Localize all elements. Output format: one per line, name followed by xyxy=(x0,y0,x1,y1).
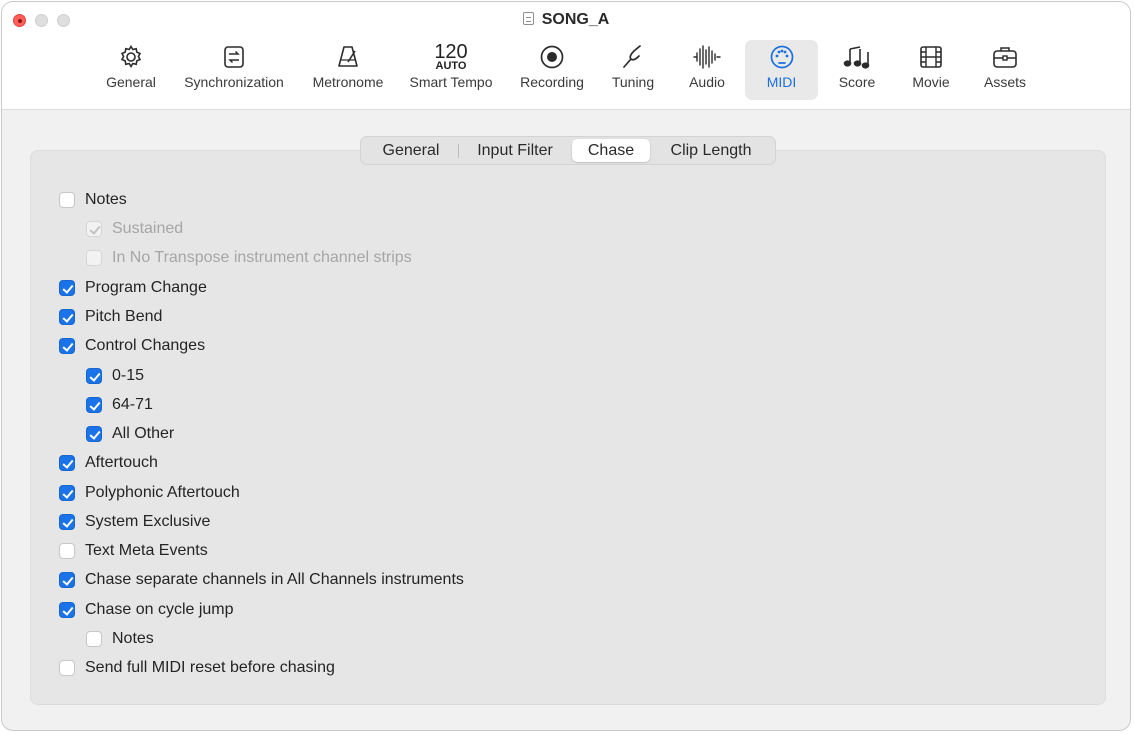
toolbar-smart-tempo-label: Smart Tempo xyxy=(409,74,493,90)
toolbar-score[interactable]: Score xyxy=(828,40,886,100)
system-exclusive-checkbox[interactable] xyxy=(59,514,75,530)
cc-all-other-label: All Other xyxy=(112,425,175,442)
option-send-midi-reset[interactable]: Send full MIDI reset before chasing xyxy=(59,657,335,679)
send-midi-reset-label: Send full MIDI reset before chasing xyxy=(85,659,335,676)
send-midi-reset-checkbox[interactable] xyxy=(59,660,75,676)
control-changes-label: Control Changes xyxy=(85,337,206,354)
toolbar-score-label: Score xyxy=(838,74,876,90)
metronome-icon xyxy=(304,40,392,74)
tab-chase[interactable]: Chase xyxy=(572,139,650,162)
system-exclusive-label: System Exclusive xyxy=(85,513,211,530)
option-aftertouch[interactable]: Aftertouch xyxy=(59,452,158,474)
toolbar-general[interactable]: General xyxy=(102,40,160,100)
midi-connector-icon xyxy=(745,40,818,74)
no-transpose-strips-checkbox xyxy=(86,250,102,266)
tab-general[interactable]: General xyxy=(364,139,458,162)
option-control-changes[interactable]: Control Changes xyxy=(59,335,205,357)
cycle-jump-notes-label: Notes xyxy=(112,630,154,647)
document-icon xyxy=(522,12,534,25)
waveform-icon xyxy=(678,40,736,74)
sustained-checkbox xyxy=(86,221,102,237)
chase-on-cycle-jump-label: Chase on cycle jump xyxy=(85,601,234,618)
option-cycle-jump-notes[interactable]: Notes xyxy=(86,628,154,650)
option-chase-on-cycle-jump[interactable]: Chase on cycle jump xyxy=(59,599,234,621)
no-transpose-strips-label: In No Transpose instrument channel strip… xyxy=(112,249,412,266)
chase-settings-panel xyxy=(30,150,1106,705)
cc-0-15-label: 0-15 xyxy=(112,367,145,384)
polyphonic-aftertouch-checkbox[interactable] xyxy=(59,485,75,501)
program-change-checkbox[interactable] xyxy=(59,280,75,296)
toolbar-audio-label: Audio xyxy=(689,74,725,90)
window-title-text: SONG_A xyxy=(541,11,610,28)
film-icon xyxy=(900,40,962,74)
tempo-icon: 120 AUTO xyxy=(400,40,502,74)
option-text-meta-events[interactable]: Text Meta Events xyxy=(59,540,208,562)
program-change-label: Program Change xyxy=(85,279,207,296)
option-polyphonic-aftertouch[interactable]: Polyphonic Aftertouch xyxy=(59,482,240,504)
midi-tab-bar: General Input Filter Chase Clip Length xyxy=(360,136,776,165)
cc-64-71-label: 64-71 xyxy=(112,396,153,413)
option-cc-all-other[interactable]: All Other xyxy=(86,423,174,445)
toolbar-midi-label: MIDI xyxy=(766,74,797,90)
toolbar-synchronization[interactable]: Synchronization xyxy=(174,40,294,100)
toolbar-assets[interactable]: Assets xyxy=(974,40,1036,100)
toolbar-assets-label: Assets xyxy=(983,74,1026,90)
toolbar-recording[interactable]: Recording xyxy=(512,40,592,100)
gear-icon xyxy=(102,40,160,74)
pitch-bend-label: Pitch Bend xyxy=(85,308,163,325)
toolbar-tuning-label: Tuning xyxy=(611,74,655,90)
preferences-window: SONG_A General Synchronization Metronome xyxy=(1,1,1131,731)
record-icon xyxy=(512,40,592,74)
option-cc-64-71[interactable]: 64-71 xyxy=(86,394,153,416)
option-no-transpose-strips: In No Transpose instrument channel strip… xyxy=(86,247,412,269)
option-program-change[interactable]: Program Change xyxy=(59,277,207,299)
toolbar-tuning[interactable]: Tuning xyxy=(602,40,664,100)
toolbar-metronome[interactable]: Metronome xyxy=(304,40,392,100)
cycle-jump-notes-checkbox[interactable] xyxy=(86,631,102,647)
toolbar-movie[interactable]: Movie xyxy=(900,40,962,100)
notes-checkbox[interactable] xyxy=(59,192,75,208)
toolbar-movie-label: Movie xyxy=(912,74,950,90)
text-meta-events-checkbox[interactable] xyxy=(59,543,75,559)
tempo-value: 120 xyxy=(434,40,468,63)
option-sustained: Sustained xyxy=(86,218,183,240)
title-bar: SONG_A General Synchronization Metronome xyxy=(2,2,1130,110)
chase-separate-channels-checkbox[interactable] xyxy=(59,572,75,588)
tab-clip-length[interactable]: Clip Length xyxy=(650,139,772,162)
option-chase-separate-channels[interactable]: Chase separate channels in All Channels … xyxy=(59,569,464,591)
toolbar-smart-tempo[interactable]: 120 AUTO Smart Tempo xyxy=(400,40,502,100)
tuning-fork-icon xyxy=(602,40,664,74)
music-notes-icon xyxy=(828,40,886,74)
toolbar-general-label: General xyxy=(106,74,156,90)
toolbar-midi[interactable]: MIDI xyxy=(745,40,818,100)
aftertouch-label: Aftertouch xyxy=(85,454,158,471)
tempo-mode: AUTO xyxy=(435,59,467,72)
toolbar-audio[interactable]: Audio xyxy=(678,40,736,100)
toolbar-recording-label: Recording xyxy=(520,74,584,90)
control-changes-checkbox[interactable] xyxy=(59,338,75,354)
option-cc-0-15[interactable]: 0-15 xyxy=(86,365,144,387)
cc-64-71-checkbox[interactable] xyxy=(86,397,102,413)
text-meta-events-label: Text Meta Events xyxy=(85,542,208,559)
sustained-label: Sustained xyxy=(112,220,184,237)
window-title: SONG_A xyxy=(2,11,1130,29)
toolbar-metronome-label: Metronome xyxy=(312,74,384,90)
tab-input-filter[interactable]: Input Filter xyxy=(459,139,571,162)
polyphonic-aftertouch-label: Polyphonic Aftertouch xyxy=(85,484,240,501)
sync-icon xyxy=(174,40,294,74)
option-notes[interactable]: Notes xyxy=(59,189,127,211)
chase-separate-channels-label: Chase separate channels in All Channels … xyxy=(85,571,464,588)
pitch-bend-checkbox[interactable] xyxy=(59,309,75,325)
briefcase-icon xyxy=(974,40,1036,74)
toolbar-synchronization-label: Synchronization xyxy=(184,74,284,90)
preferences-toolbar: General Synchronization Metronome 120 AU… xyxy=(2,40,1130,102)
cc-all-other-checkbox[interactable] xyxy=(86,426,102,442)
option-system-exclusive[interactable]: System Exclusive xyxy=(59,511,210,533)
option-pitch-bend[interactable]: Pitch Bend xyxy=(59,306,162,328)
notes-label: Notes xyxy=(85,191,127,208)
cc-0-15-checkbox[interactable] xyxy=(86,368,102,384)
aftertouch-checkbox[interactable] xyxy=(59,455,75,471)
chase-on-cycle-jump-checkbox[interactable] xyxy=(59,602,75,618)
